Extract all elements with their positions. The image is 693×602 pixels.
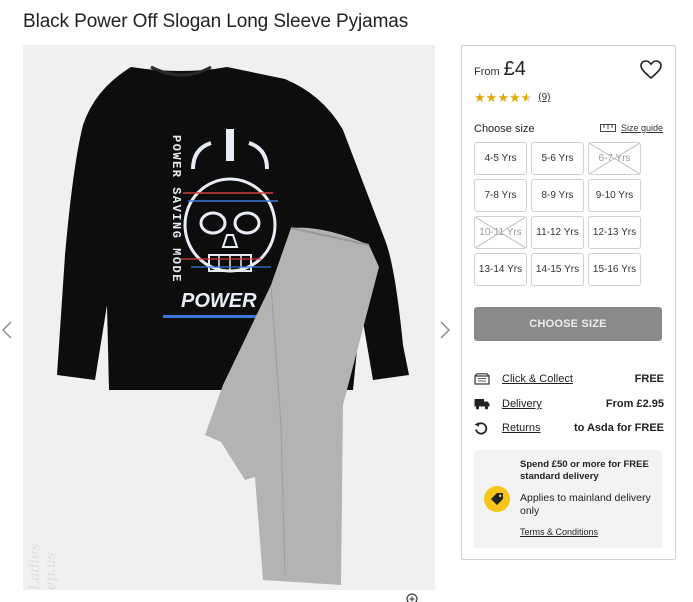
purchase-panel: From £4 ★ ★ ★ ★ ★ (9) Choose size Size g…	[461, 45, 676, 560]
watermark-text: Ladies ep.us	[27, 543, 59, 590]
size-option-label: 13-14 Yrs	[478, 264, 523, 275]
size-option-label: 11-12 Yrs	[536, 227, 579, 238]
size-option-label: 12-13 Yrs	[592, 227, 637, 238]
size-option-button[interactable]: 10-11 Yrs	[474, 216, 527, 249]
returns-link[interactable]: Returns	[502, 422, 574, 434]
star-icon: ★	[485, 90, 498, 105]
size-option-label: 14-15 Yrs	[535, 264, 580, 275]
choose-size-label: Choose size	[474, 123, 535, 135]
size-options: 4-5 Yrs 5-6 Yrs 6-7 Yrs 7-8 Yrs 8-9 Yrs 9-10 …	[474, 142, 641, 286]
choose-size-button[interactable]: CHOOSE SIZE	[474, 307, 662, 341]
truck-icon	[474, 397, 492, 411]
delivery-promo: Spend £50 or more for FREE standard deli…	[474, 450, 662, 548]
size-option-button[interactable]: 14-15 Yrs	[531, 253, 584, 286]
size-option-label: 9-10 Yrs	[595, 190, 634, 201]
promo-headline: Spend £50 or more for FREE standard deli…	[520, 459, 649, 482]
zoom-icon[interactable]	[405, 592, 419, 602]
star-icon: ★	[474, 90, 486, 105]
star-icon: ★	[508, 90, 521, 105]
print-bottom-text: POWER	[181, 290, 257, 312]
heart-icon[interactable]	[640, 60, 662, 80]
price-row: From £4	[474, 58, 526, 81]
tag-icon	[484, 486, 510, 512]
click-collect-link[interactable]: Click & Collect	[502, 373, 635, 385]
size-option-button[interactable]: 12-13 Yrs	[588, 216, 641, 249]
size-option-label: 8-9 Yrs	[541, 190, 574, 201]
size-option-button[interactable]: 8-9 Yrs	[531, 179, 584, 212]
half-star-icon: ★	[520, 90, 533, 105]
from-label: From	[474, 66, 500, 78]
product-title: Black Power Off Slogan Long Sleeve Pyjam…	[23, 11, 409, 32]
size-option-label: 4-5 Yrs	[484, 153, 517, 164]
review-count-link[interactable]: (9)	[538, 92, 550, 103]
print-vertical-text: POWER SAVING MODE	[169, 135, 183, 283]
size-option-button[interactable]: 7-8 Yrs	[474, 179, 527, 212]
terms-conditions-link[interactable]: Terms & Conditions	[520, 527, 598, 537]
size-guide-link[interactable]: Size guide	[600, 123, 663, 133]
store-icon	[474, 372, 492, 386]
size-option-label: 5-6 Yrs	[541, 153, 574, 164]
delivery-row: Delivery From £2.95	[474, 396, 664, 412]
returns-value: to Asda for FREE	[573, 422, 664, 434]
size-option-button[interactable]: 4-5 Yrs	[474, 142, 527, 175]
click-collect-row: Click & Collect FREE	[474, 371, 664, 387]
size-option-label: 7-8 Yrs	[484, 190, 517, 201]
returns-row: Returns to Asda for FREE	[474, 420, 664, 436]
product-image: POWER SAVING MODE POWER Ladies ep.us	[23, 45, 435, 590]
pyjamas-illustration: POWER SAVING MODE POWER	[23, 45, 435, 590]
rating[interactable]: ★ ★ ★ ★ ★ (9)	[474, 91, 551, 104]
star-rating: ★ ★ ★ ★ ★	[474, 91, 532, 104]
unavailable-cross-icon	[589, 143, 640, 174]
promo-body: Applies to mainland delivery only	[520, 492, 651, 517]
previous-image-arrow-icon[interactable]	[0, 319, 14, 341]
size-option-button[interactable]: 9-10 Yrs	[588, 179, 641, 212]
size-option-label: 15-16 Yrs	[592, 264, 637, 275]
next-image-arrow-icon[interactable]	[438, 319, 452, 341]
delivery-link[interactable]: Delivery	[502, 398, 606, 410]
size-guide-label: Size guide	[621, 123, 664, 133]
return-icon	[474, 421, 492, 435]
star-icon: ★	[497, 90, 509, 105]
click-collect-value: FREE	[634, 373, 664, 385]
ruler-icon	[600, 124, 616, 132]
price: £4	[503, 58, 526, 80]
size-option-button[interactable]: 15-16 Yrs	[588, 253, 641, 286]
size-option-button[interactable]: 6-7 Yrs	[588, 142, 641, 175]
size-option-button[interactable]: 11-12 Yrs	[531, 216, 584, 249]
delivery-value: From £2.95	[605, 398, 664, 410]
unavailable-cross-icon	[475, 217, 526, 248]
size-option-button[interactable]: 13-14 Yrs	[474, 253, 527, 286]
size-option-button[interactable]: 5-6 Yrs	[531, 142, 584, 175]
